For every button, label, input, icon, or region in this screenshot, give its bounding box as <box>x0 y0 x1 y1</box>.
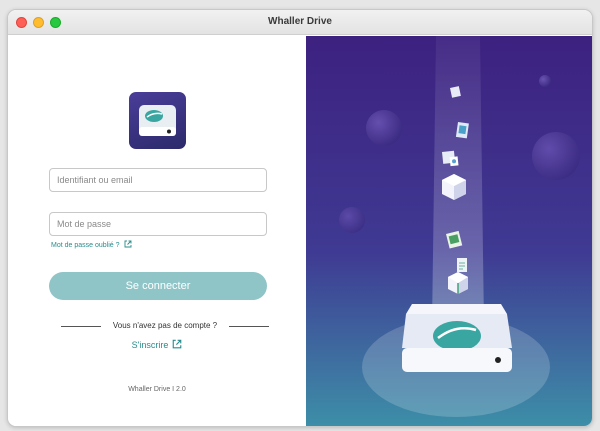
hard-drive-icon <box>129 92 186 149</box>
illustration-panel <box>306 36 592 426</box>
signup-divider: Vous n'avez pas de compte ? <box>61 321 269 333</box>
password-input[interactable] <box>49 212 267 236</box>
signup-label: S'inscrire <box>131 340 169 350</box>
document-icon <box>457 258 467 272</box>
file-icon <box>455 122 469 139</box>
login-button[interactable]: Se connecter <box>49 272 267 300</box>
decor-orb <box>366 110 402 146</box>
external-link-icon <box>172 339 182 351</box>
decor-orb <box>339 207 365 233</box>
signup-link[interactable]: S'inscrire <box>8 339 306 351</box>
decor-orb <box>532 132 580 180</box>
hard-drive-illustration <box>402 304 512 372</box>
forgot-password-label: Mot de passe oublié ? <box>51 241 120 249</box>
username-input[interactable] <box>49 168 267 192</box>
app-version: Whaller Drive I 2.0 <box>128 386 186 393</box>
window-title: Whaller Drive <box>268 16 332 27</box>
title-bar: Whaller Drive <box>8 10 592 35</box>
forgot-password-link[interactable]: Mot de passe oublié ? <box>51 240 132 250</box>
external-link-icon <box>124 240 132 250</box>
login-panel: Mot de passe oublié ? Se connecter Vous … <box>8 36 306 426</box>
drive-sync-illustration <box>306 36 592 426</box>
divider-line-right <box>229 326 269 327</box>
decor-orb <box>539 75 551 87</box>
app-window: Whaller Drive Mot de passe oublié ? S <box>7 9 593 427</box>
